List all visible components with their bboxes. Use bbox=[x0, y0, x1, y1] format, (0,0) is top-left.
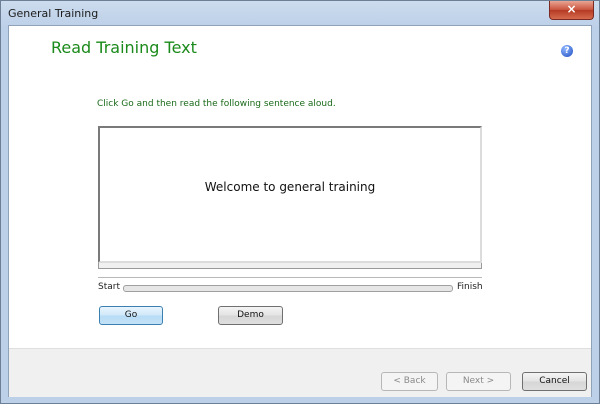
next-button[interactable]: Next > bbox=[446, 372, 511, 391]
title-bar[interactable]: General Training × bbox=[1, 1, 599, 27]
training-window: General Training × Read Training Text ? … bbox=[0, 0, 600, 404]
progress-start-label: Start bbox=[98, 282, 120, 292]
instruction-text: Click Go and then read the following sen… bbox=[97, 99, 336, 109]
training-progress-bar bbox=[123, 285, 453, 292]
progress-finish-label: Finish bbox=[457, 282, 483, 292]
sentence-box: Welcome to general training bbox=[98, 126, 482, 263]
cancel-button[interactable]: Cancel bbox=[522, 372, 587, 391]
divider bbox=[98, 277, 482, 278]
wizard-footer: < Back Next > Cancel bbox=[9, 348, 591, 397]
training-sentence: Welcome to general training bbox=[204, 180, 376, 194]
demo-button[interactable]: Demo bbox=[218, 306, 283, 325]
close-button[interactable]: × bbox=[549, 1, 594, 20]
go-button[interactable]: Go bbox=[99, 306, 163, 325]
close-icon: × bbox=[566, 2, 577, 16]
window-title: General Training bbox=[8, 7, 99, 20]
dialog-content: Read Training Text ? Click Go and then r… bbox=[8, 25, 592, 397]
page-title: Read Training Text bbox=[51, 38, 197, 57]
sentence-box-scrollbar bbox=[98, 263, 482, 269]
help-icon[interactable]: ? bbox=[561, 45, 573, 57]
back-button[interactable]: < Back bbox=[381, 372, 438, 391]
